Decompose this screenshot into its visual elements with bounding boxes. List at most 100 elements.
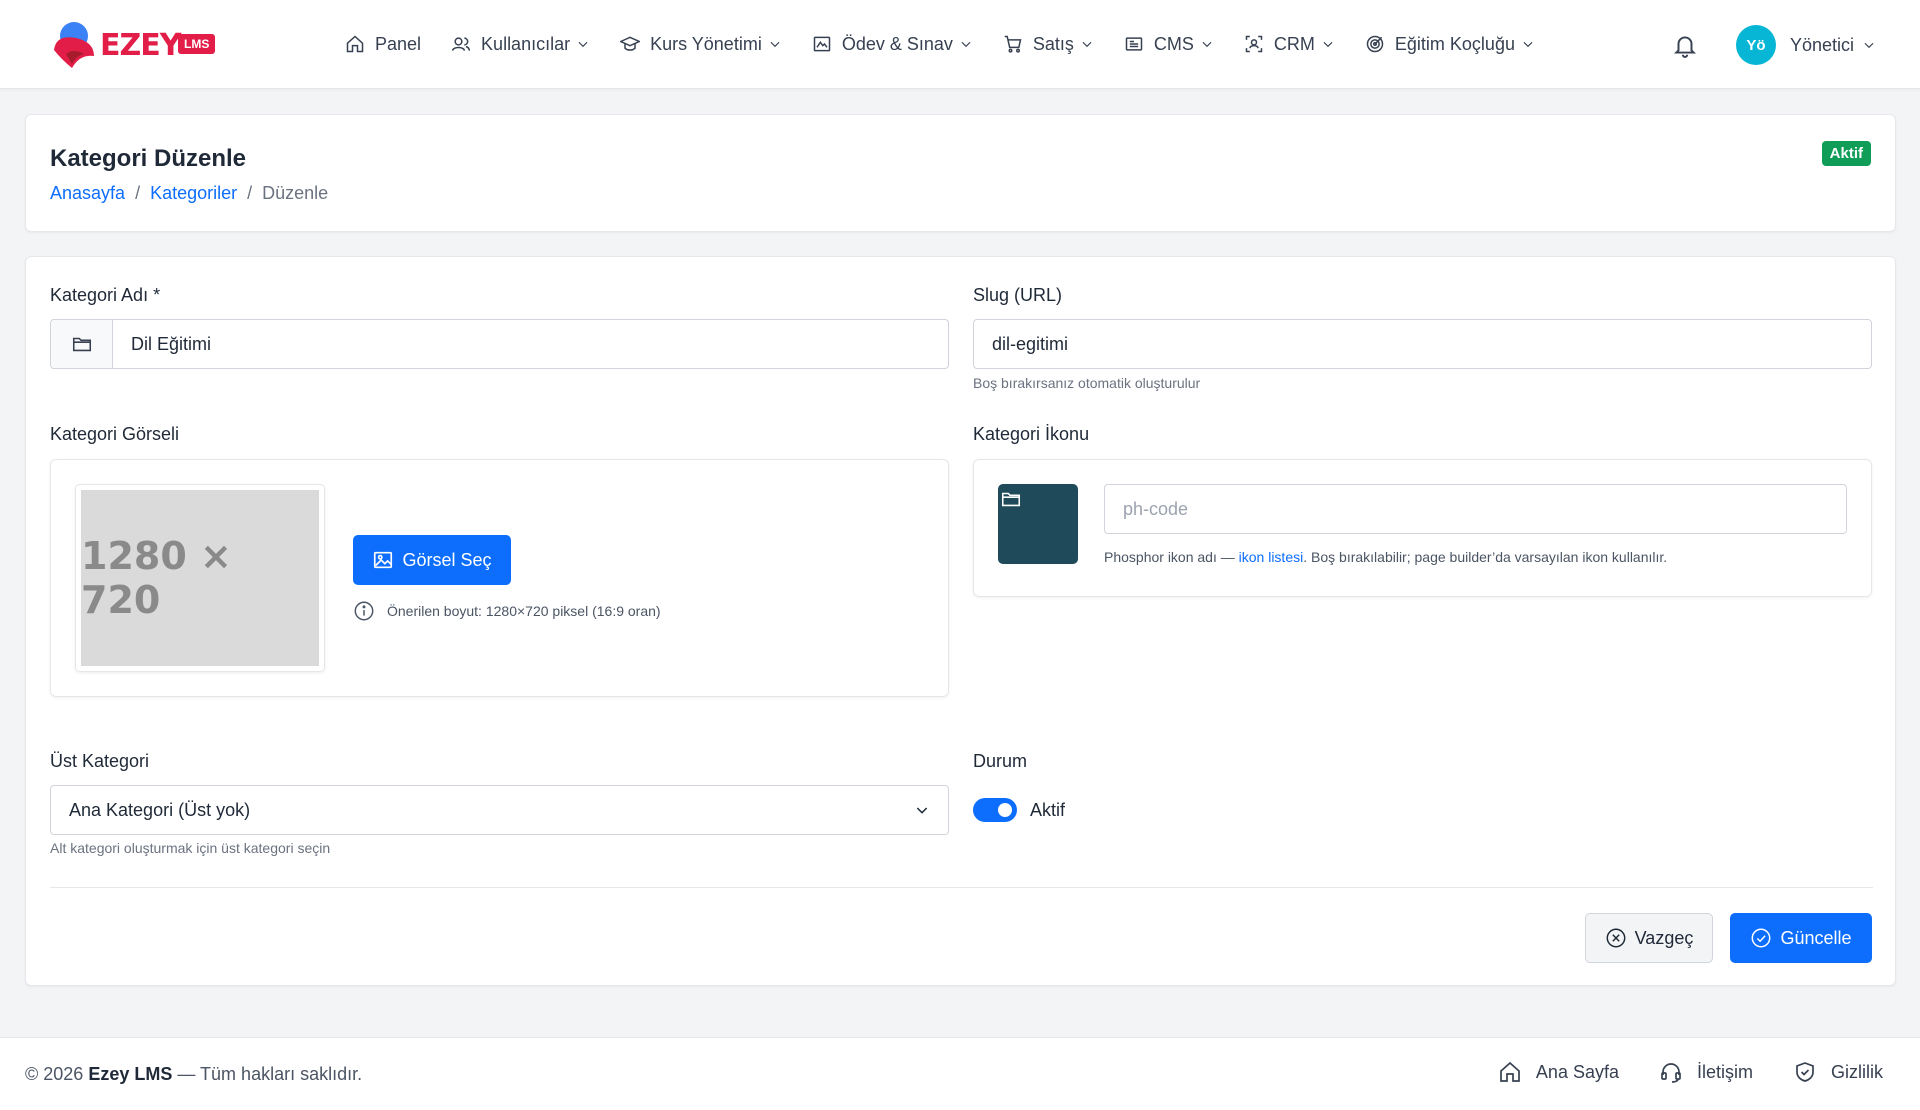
close-circle-icon bbox=[1606, 928, 1626, 948]
image-icon bbox=[374, 551, 393, 569]
select-image-label: Görsel Seç bbox=[402, 549, 492, 570]
nav-label: Ödev & Sınav bbox=[841, 33, 953, 54]
users-icon bbox=[451, 37, 471, 51]
footer-link-label: Ana Sayfa bbox=[1535, 1061, 1619, 1082]
footer-link-privacy[interactable]: Gizlilik bbox=[1793, 1060, 1883, 1084]
nav-odev-sinav[interactable]: Ödev & Sınav bbox=[812, 28, 973, 60]
slug-input-group bbox=[973, 319, 1872, 369]
category-form-card: Kategori Adı * Slug (URL) Boş bırakırsan… bbox=[25, 256, 1896, 986]
slug-input[interactable] bbox=[974, 320, 1871, 368]
exam-icon bbox=[813, 36, 831, 52]
page-title: Kategori Düzenle bbox=[50, 145, 247, 172]
folder-icon bbox=[72, 337, 91, 352]
nav-label: CMS bbox=[1153, 33, 1194, 54]
cancel-button[interactable]: Vazgeç bbox=[1585, 913, 1713, 963]
image-hint: Önerilen boyut: 1280×720 piksel (16:9 or… bbox=[353, 600, 661, 622]
icon-help: Phosphor ikon adı — ikon listesi. Boş bı… bbox=[1104, 549, 1667, 565]
check-circle-icon bbox=[1752, 928, 1771, 948]
category-name-input[interactable] bbox=[113, 320, 948, 368]
logo-mark-icon bbox=[54, 22, 94, 68]
breadcrumb-categories[interactable]: Kategoriler bbox=[150, 183, 237, 204]
nav-label: Panel bbox=[375, 33, 422, 54]
cart-icon bbox=[1004, 35, 1022, 53]
crm-icon bbox=[1245, 35, 1263, 53]
footer: © 2026 Ezey LMS — Tüm hakları saklıdır. … bbox=[0, 1037, 1920, 1110]
icon-picker-box: Phosphor ikon adı — ikon listesi. Boş bı… bbox=[973, 459, 1872, 597]
copyright-brand: Ezey LMS bbox=[88, 1064, 173, 1084]
chevron-down-icon bbox=[916, 807, 928, 814]
icon-label: Kategori İkonu bbox=[973, 424, 1090, 444]
status-badge: Aktif bbox=[1821, 141, 1871, 166]
nav-label: Eğitim Koçluğu bbox=[1394, 33, 1515, 54]
update-label: Güncelle bbox=[1780, 927, 1852, 948]
chevron-down-icon bbox=[1523, 41, 1533, 48]
image-label: Kategori Görseli bbox=[50, 424, 180, 444]
page-header-card: Kategori Düzenle Anasayfa / Kategoriler … bbox=[25, 114, 1896, 232]
headset-icon bbox=[1661, 1063, 1681, 1083]
nav-panel[interactable]: Panel bbox=[345, 28, 421, 60]
notification-bell-icon[interactable] bbox=[1672, 32, 1698, 58]
image-hint-text: Önerilen boyut: 1280×720 piksel (16:9 or… bbox=[387, 603, 661, 619]
parent-selected-value: Ana Kategori (Üst yok) bbox=[69, 799, 251, 820]
copyright: © 2026 Ezey LMS — Tüm hakları saklıdır. bbox=[25, 1064, 362, 1085]
footer-link-label: İletişim bbox=[1696, 1061, 1753, 1082]
chevron-down-icon bbox=[770, 41, 780, 48]
graduation-cap-icon bbox=[620, 36, 641, 51]
footer-link-home[interactable]: Ana Sayfa bbox=[1498, 1060, 1619, 1084]
brand-name: EZEY bbox=[100, 28, 181, 63]
folder-icon bbox=[1001, 492, 1021, 507]
nav-kurs-yonetimi[interactable]: Kurs Yönetimi bbox=[620, 28, 782, 60]
chevron-down-icon bbox=[1864, 42, 1874, 49]
parent-label: Üst Kategori bbox=[50, 751, 150, 771]
info-icon bbox=[354, 601, 374, 621]
chevron-down-icon bbox=[578, 41, 588, 48]
parent-category-select[interactable]: Ana Kategori (Üst yok) bbox=[50, 785, 949, 835]
chevron-down-icon bbox=[1323, 41, 1333, 48]
nav-cms[interactable]: CMS bbox=[1124, 28, 1214, 60]
nav-egitim-koclugu[interactable]: Eğitim Koçluğu bbox=[1365, 28, 1535, 60]
nav-satis[interactable]: Satış bbox=[1003, 28, 1094, 60]
nav-label: CRM bbox=[1273, 33, 1315, 54]
image-preview: 1280 × 720 bbox=[75, 484, 325, 672]
breadcrumb-separator: / bbox=[135, 183, 141, 203]
nav-crm[interactable]: CRM bbox=[1244, 28, 1335, 60]
parent-help: Alt kategori oluşturmak için üst kategor… bbox=[50, 840, 331, 856]
copyright-year: © 2026 bbox=[25, 1064, 84, 1084]
avatar: Yö bbox=[1736, 25, 1776, 65]
icon-input[interactable] bbox=[1104, 484, 1847, 534]
cancel-label: Vazgeç bbox=[1634, 927, 1694, 948]
icon-help-prefix: Phosphor ikon adı — bbox=[1104, 549, 1239, 565]
update-button[interactable]: Güncelle bbox=[1730, 913, 1872, 963]
slug-label: Slug (URL) bbox=[973, 285, 1063, 305]
main-menu: Panel Kullanıcılar Kurs Yönetimi Ödev & … bbox=[345, 28, 1565, 60]
footer-link-contact[interactable]: İletişim bbox=[1659, 1060, 1753, 1084]
image-upload-box: 1280 × 720 Görsel Seç Önerilen boyut: 12… bbox=[50, 459, 949, 697]
footer-link-label: Gizlilik bbox=[1831, 1061, 1883, 1082]
breadcrumb-home[interactable]: Anasayfa bbox=[50, 183, 125, 204]
select-image-button[interactable]: Görsel Seç bbox=[353, 535, 511, 585]
shield-check-icon bbox=[1796, 1062, 1814, 1082]
breadcrumb-current: Düzenle bbox=[262, 183, 329, 203]
chevron-down-icon bbox=[1082, 41, 1092, 48]
nav-label: Kurs Yönetimi bbox=[650, 33, 762, 54]
chevron-down-icon bbox=[1202, 41, 1212, 48]
breadcrumb: Anasayfa / Kategoriler / Düzenle bbox=[50, 183, 328, 204]
user-menu[interactable]: Yö Yönetici bbox=[1736, 25, 1876, 65]
home-icon bbox=[1500, 1061, 1520, 1082]
icon-list-link[interactable]: ikon listesi bbox=[1239, 549, 1304, 565]
status-label: Durum bbox=[973, 751, 1028, 771]
status-toggle[interactable] bbox=[973, 798, 1017, 822]
brand-logo[interactable]: EZEY LMS bbox=[50, 20, 220, 70]
target-icon bbox=[1366, 35, 1384, 53]
brand-badge: LMS bbox=[178, 34, 216, 54]
slug-help: Boş bırakırsanız otomatik oluşturulur bbox=[973, 375, 1201, 391]
copyright-rights: — Tüm hakları saklıdır. bbox=[177, 1064, 363, 1084]
footer-links: Ana Sayfa İletişim Gizlilik bbox=[1458, 1060, 1883, 1084]
status-toggle-label: Aktif bbox=[1030, 800, 1066, 820]
nav-kullanicilar[interactable]: Kullanıcılar bbox=[451, 28, 590, 60]
name-label: Kategori Adı * bbox=[50, 285, 161, 305]
user-name: Yönetici bbox=[1790, 34, 1855, 55]
divider bbox=[50, 887, 1873, 888]
breadcrumb-separator: / bbox=[247, 183, 253, 203]
home-icon bbox=[346, 35, 364, 53]
